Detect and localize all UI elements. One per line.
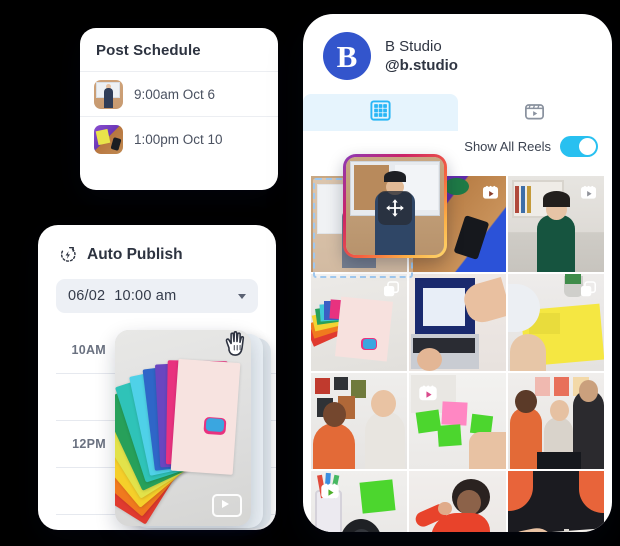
desk-flatlay-thumb <box>94 124 123 154</box>
studio-presenter-thumb <box>94 79 123 109</box>
schedule-time-select[interactable]: 06/02 10:00 am <box>56 279 258 313</box>
dragged-post-tile[interactable] <box>343 154 447 258</box>
timeline-label: 12PM <box>72 437 106 451</box>
tab-reels[interactable] <box>458 94 613 131</box>
cell-team-laptop[interactable] <box>507 372 604 470</box>
cell-dancer-red[interactable] <box>409 471 506 532</box>
post-schedule-card: Post Schedule 9:00am Oct 6 1:00pm Oct 10 <box>80 28 278 190</box>
auto-publish-title: Auto Publish <box>87 246 183 263</box>
instagram-grid-phone-panel: B B Studio @b.studio Show All Reels <box>303 14 612 532</box>
dragged-post-thumbnail <box>346 157 444 255</box>
reel-badge-icon <box>319 479 341 501</box>
schedule-row[interactable]: 9:00am Oct 6 <box>80 71 278 116</box>
cell-yellow-book[interactable] <box>507 274 604 371</box>
auto-publish-header: Auto Publish <box>38 225 276 265</box>
schedule-row-time: 9:00am Oct 6 <box>134 86 216 102</box>
cell-color-swatches[interactable] <box>311 274 408 371</box>
composition-stage: Post Schedule 9:00am Oct 6 1:00pm Oct 10 <box>0 0 620 546</box>
show-all-reels-toggle[interactable] <box>560 135 598 157</box>
schedule-row[interactable]: 1:00pm Oct 10 <box>80 116 278 161</box>
grid-icon <box>369 99 392 127</box>
profile-header: B B Studio @b.studio <box>303 14 612 80</box>
reel-badge-icon <box>481 182 500 201</box>
content-tabbar <box>303 94 612 131</box>
auto-publish-bolt-icon <box>58 245 78 265</box>
timeline-label: 10AM <box>71 343 106 357</box>
carousel-badge-icon <box>579 280 598 299</box>
cell-library-desk[interactable] <box>507 176 604 273</box>
carousel-badge-icon <box>382 280 401 299</box>
schedule-date-value: 06/02 <box>68 288 106 304</box>
show-all-reels-label: Show All Reels <box>464 138 551 154</box>
cell-desk-supplies[interactable] <box>311 471 408 532</box>
cell-moodboard-pair[interactable] <box>311 372 408 470</box>
schedule-row-time: 1:00pm Oct 10 <box>134 131 223 147</box>
cell-sticky-notes[interactable] <box>409 372 506 470</box>
profile-name: B Studio <box>385 38 442 55</box>
play-icon <box>212 494 242 517</box>
reel-badge-icon <box>417 381 439 403</box>
grab-hand-cursor <box>222 328 254 362</box>
profile-handle: @b.studio <box>385 57 458 74</box>
chevron-down-icon <box>238 293 246 299</box>
tab-grid[interactable] <box>303 94 458 131</box>
avatar: B <box>323 32 371 80</box>
move-cursor <box>378 190 412 225</box>
reel-badge-icon <box>579 182 598 201</box>
schedule-time-value: 10:00 am <box>114 288 177 304</box>
cell-reading-book[interactable] <box>507 471 604 532</box>
reels-icon <box>523 99 546 127</box>
cell-laptop-hands[interactable] <box>409 274 506 371</box>
post-schedule-title: Post Schedule <box>96 42 201 59</box>
